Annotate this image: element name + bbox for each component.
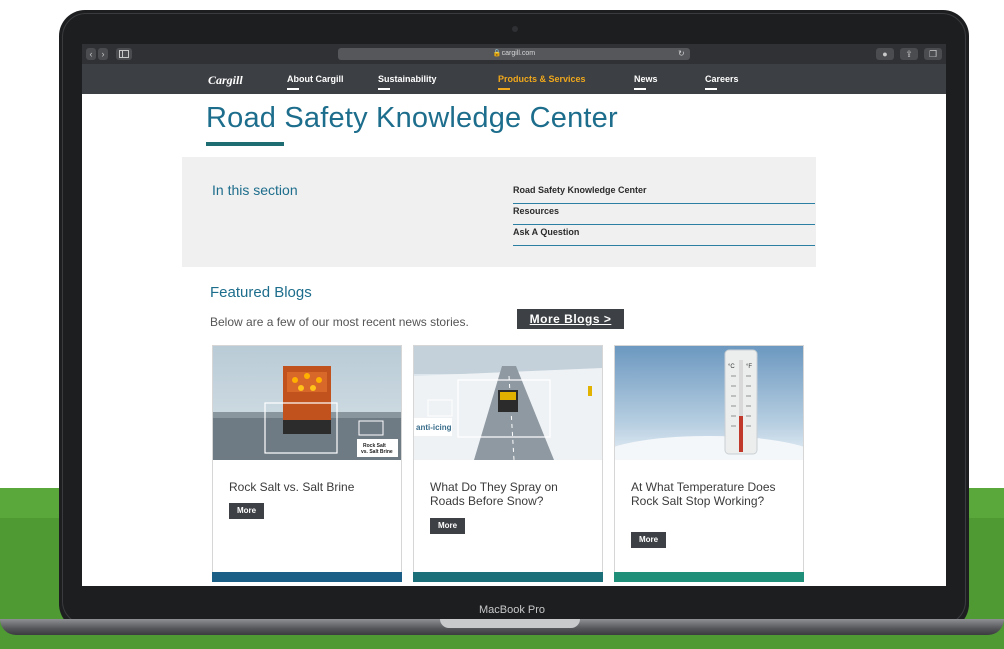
section-link-ask-question[interactable]: Ask A Question (513, 225, 815, 246)
nav-about-cargill[interactable]: About Cargill (287, 74, 344, 90)
image-label-salt-brine: vs. Salt Brine (361, 449, 393, 455)
blog-card-spray-roads[interactable]: anti-icing What Do They Spray on Roads B… (413, 345, 603, 582)
in-this-section-panel: In this section Road Safety Knowledge Ce… (182, 157, 816, 267)
nav-underline (287, 88, 299, 90)
laptop-notch (440, 619, 580, 628)
blog-card-rock-salt-temperature[interactable]: °C °F At What Temperature Does Rock Salt… (614, 345, 804, 582)
card-more-button[interactable]: More (430, 518, 466, 534)
share-icon[interactable]: ⇪ (900, 48, 918, 60)
site-navigation: Cargill About Cargill Sustainability Pro… (82, 64, 946, 94)
sidebar-icon[interactable] (116, 48, 132, 60)
address-bar[interactable]: 🔒cargill.com (338, 48, 690, 60)
nav-underline (498, 88, 510, 90)
browser-toolbar: ‹ › 🔒cargill.com ↻ ● ⇪ ❐ (82, 44, 946, 64)
image-label-anti-icing: anti-icing (416, 423, 452, 432)
blog-card-rock-salt[interactable]: Rock Salt vs. Salt Brine Rock Salt vs. S… (212, 345, 402, 582)
featured-blogs-heading: Featured Blogs (210, 284, 312, 301)
nav-products-services[interactable]: Products & Services (498, 74, 586, 90)
tabs-icon[interactable]: ❐ (924, 48, 942, 60)
section-link-resources[interactable]: Resources (513, 204, 815, 225)
browser-screen: ‹ › 🔒cargill.com ↻ ● ⇪ ❐ Cargill About C… (82, 44, 946, 586)
lock-icon: 🔒 (492, 50, 502, 57)
page-title: Road Safety Knowledge Center (206, 102, 618, 134)
title-underline (206, 142, 284, 146)
section-heading: In this section (212, 182, 298, 198)
nav-news[interactable]: News (634, 74, 658, 90)
nav-label: Careers (705, 74, 739, 84)
salt-truck-image[interactable]: Rock Salt vs. Salt Brine (213, 346, 401, 460)
back-button[interactable]: ‹ (86, 48, 96, 60)
card-title[interactable]: What Do They Spray on Roads Before Snow? (430, 480, 590, 508)
nav-underline (705, 88, 717, 90)
camera-icon (512, 26, 518, 32)
nav-careers[interactable]: Careers (705, 74, 739, 90)
nav-label: News (634, 74, 658, 84)
reload-icon[interactable]: ↻ (678, 48, 685, 60)
image-label-fahrenheit: °F (746, 364, 752, 370)
highway-plow-image[interactable]: anti-icing (414, 346, 602, 460)
nav-sustainability[interactable]: Sustainability (378, 74, 437, 90)
nav-underline (634, 88, 646, 90)
thermometer-image[interactable]: °C °F (615, 346, 803, 460)
cargill-logo[interactable]: Cargill (208, 73, 243, 88)
marketing-stage: MacBook Pro ‹ › 🔒cargill.com ↻ ● ⇪ ❐ Car… (0, 0, 1004, 649)
image-label-celsius: °C (728, 364, 735, 370)
card-accent-strip (413, 572, 603, 582)
url-text: cargill.com (501, 50, 536, 57)
more-blogs-button[interactable]: More Blogs > (517, 309, 624, 329)
nav-label: Products & Services (498, 74, 586, 84)
card-more-button[interactable]: More (631, 532, 667, 548)
nav-underline (378, 88, 390, 90)
card-more-button[interactable]: More (229, 503, 265, 519)
card-title[interactable]: Rock Salt vs. Salt Brine (229, 480, 389, 494)
section-link-road-safety[interactable]: Road Safety Knowledge Center (513, 183, 815, 204)
featured-intro-text: Below are a few of our most recent news … (210, 315, 469, 329)
device-label: MacBook Pro (478, 604, 546, 616)
card-accent-strip (614, 572, 804, 582)
download-icon[interactable]: ● (876, 48, 894, 60)
nav-label: Sustainability (378, 74, 437, 84)
nav-label: About Cargill (287, 74, 344, 84)
card-title[interactable]: At What Temperature Does Rock Salt Stop … (631, 480, 791, 508)
forward-button[interactable]: › (98, 48, 108, 60)
card-accent-strip (212, 572, 402, 582)
